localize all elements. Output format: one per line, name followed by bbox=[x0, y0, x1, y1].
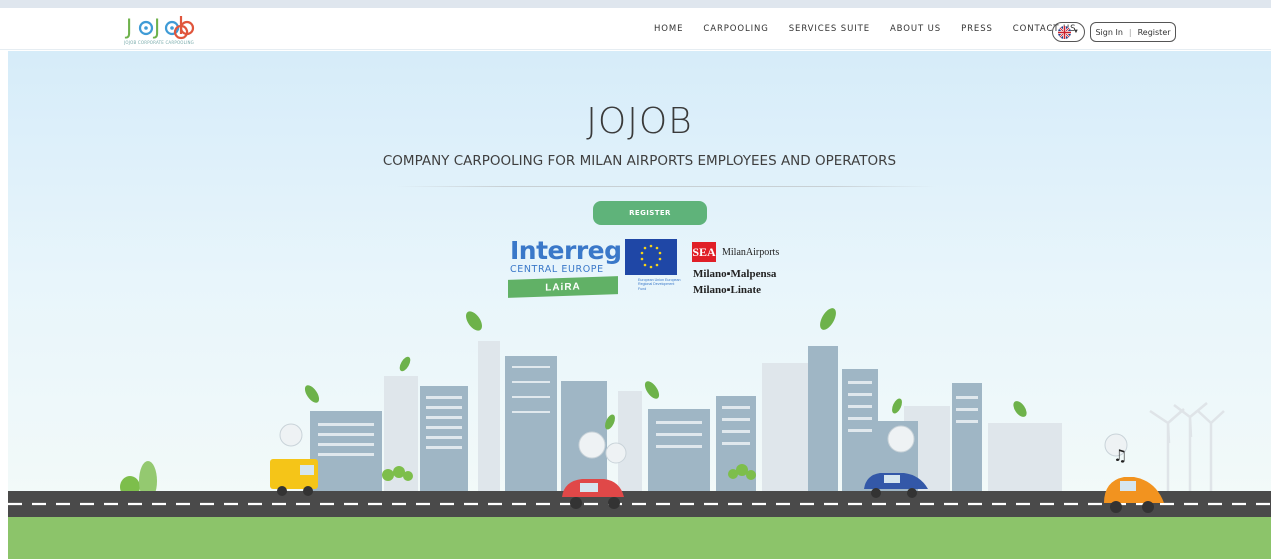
nav-home[interactable]: HOME bbox=[654, 24, 683, 34]
yellow-van bbox=[270, 459, 318, 496]
chevron-down-icon: ▼ bbox=[1073, 29, 1079, 35]
svg-text:♫: ♫ bbox=[1113, 446, 1127, 465]
logo-subtitle: JOJOB CORPORATE CARPOOLING bbox=[124, 40, 194, 45]
register-link[interactable]: Register bbox=[1138, 28, 1171, 37]
sea-milan-airports-logo: SEA MilanAirports Milano▪Malpensa Milano… bbox=[692, 240, 802, 302]
svg-text:J: J bbox=[152, 15, 160, 39]
register-button[interactable]: REGISTER bbox=[593, 201, 707, 225]
hero-section: ♫ JOJOB COMPANY CARPOOLING FOR MILAN AIR… bbox=[8, 51, 1271, 559]
main-nav: HOME CARPOOLING SERVICES SUITE ABOUT US … bbox=[654, 8, 1096, 50]
nav-about-us[interactable]: ABOUT US bbox=[890, 24, 941, 34]
hero-divider bbox=[396, 186, 936, 187]
nav-carpooling[interactable]: CARPOOLING bbox=[703, 24, 768, 34]
interreg-wordmark: Interreg bbox=[510, 236, 622, 265]
hero-subtitle: COMPANY CARPOOLING FOR MILAN AIRPORTS EM… bbox=[382, 153, 897, 169]
jojob-logo-icon: J J bbox=[124, 15, 195, 40]
laira-badge: LAiRA bbox=[508, 276, 618, 298]
sign-in-link[interactable]: Sign In bbox=[1095, 28, 1122, 37]
milano-linate-text: Milano▪Linate bbox=[693, 284, 762, 296]
site-header: J J JOJOB CORPORATE CARPOOLING HOME CARP… bbox=[0, 8, 1271, 50]
window-top-strip bbox=[0, 0, 1271, 8]
auth-group: Sign In | Register bbox=[1090, 22, 1176, 42]
uk-flag-icon bbox=[1058, 25, 1072, 39]
nav-press[interactable]: PRESS bbox=[961, 24, 993, 34]
interreg-central-europe: CENTRAL EUROPE bbox=[510, 264, 604, 275]
nav-services-suite[interactable]: SERVICES SUITE bbox=[789, 24, 870, 34]
auth-separator: | bbox=[1128, 27, 1132, 37]
sea-logo: SEA bbox=[692, 242, 716, 262]
milan-airports-text: MilanAirports bbox=[722, 247, 780, 258]
language-selector[interactable]: ▼ bbox=[1052, 22, 1085, 42]
svg-text:J: J bbox=[124, 15, 132, 39]
interreg-laira-logo: Interreg CENTRAL EUROPE LAiRA European U… bbox=[508, 236, 683, 302]
eu-flag-icon bbox=[625, 239, 677, 275]
hero-title: JOJOB bbox=[586, 101, 693, 142]
jojob-logo[interactable]: J J JOJOB CORPORATE CARPOOLING bbox=[124, 12, 200, 48]
milano-malpensa-text: Milano▪Malpensa bbox=[693, 268, 777, 280]
eu-fund-text: European Union European Regional Develop… bbox=[638, 278, 681, 291]
